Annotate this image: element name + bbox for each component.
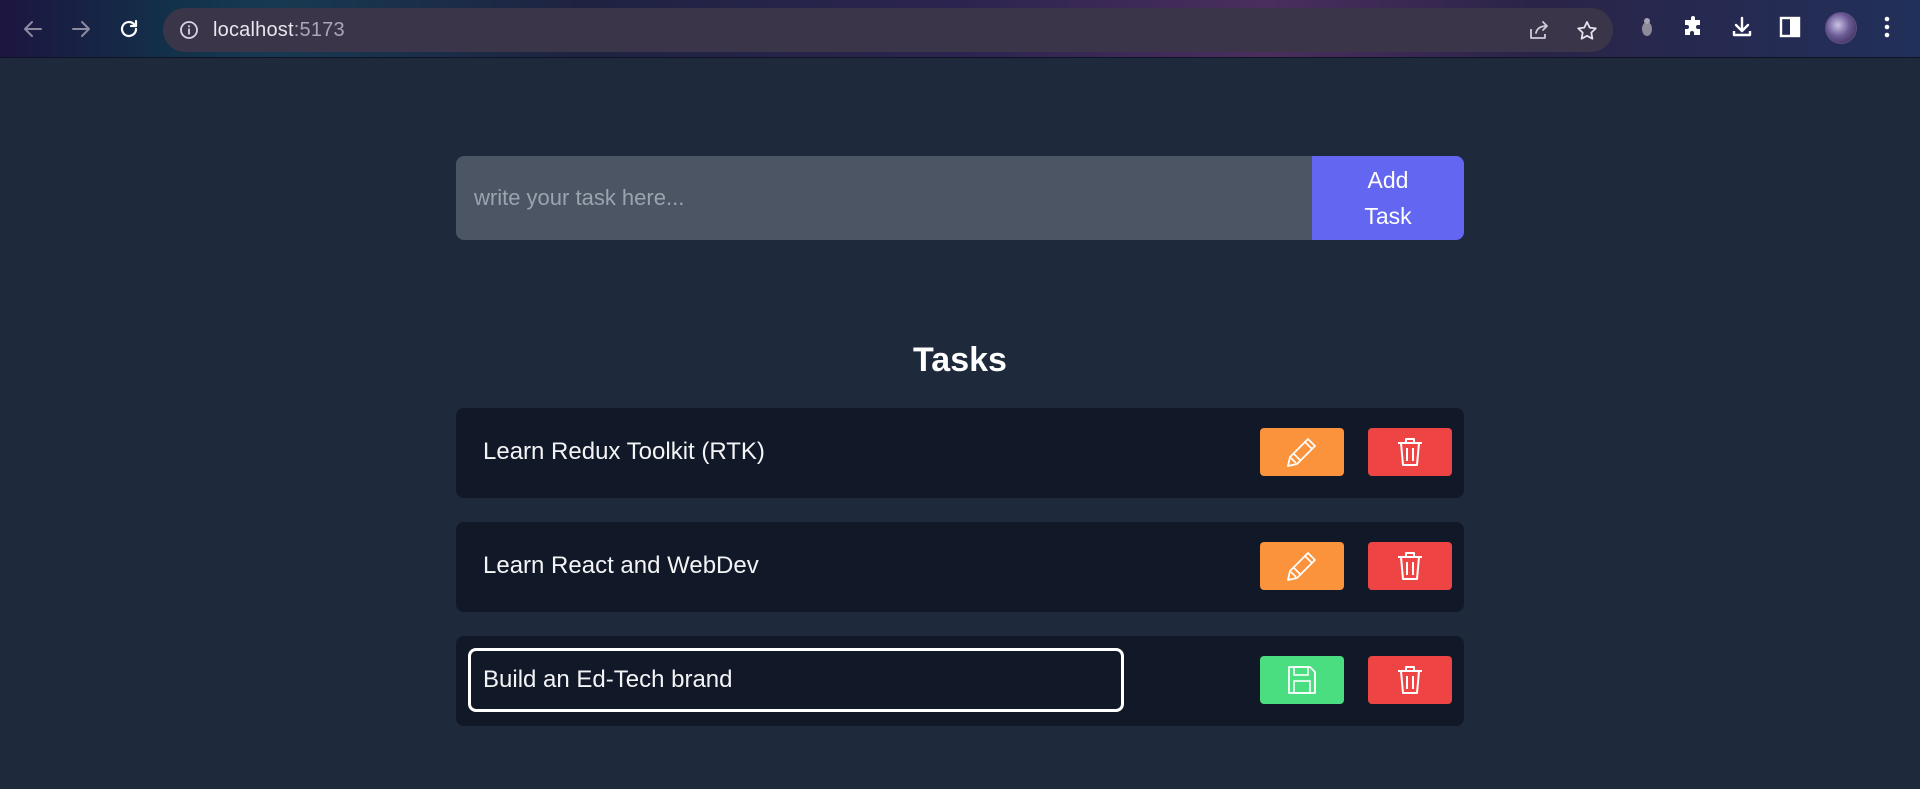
url-port: :5173	[293, 19, 345, 41]
add-task-form: Add Task	[456, 156, 1464, 240]
app-page: Add Task Tasks Learn Redux Toolkit (RTK)…	[0, 59, 1920, 789]
kebab-menu-icon[interactable]	[1874, 14, 1900, 40]
url-host: localhost	[213, 19, 294, 41]
reload-icon	[120, 19, 138, 38]
reload-button[interactable]	[113, 13, 145, 45]
back-button[interactable]	[17, 13, 49, 45]
task-text: Learn React and WebDev	[483, 552, 759, 579]
trash-icon	[1398, 438, 1422, 466]
edit-task-button[interactable]	[1260, 542, 1344, 590]
extension-icon[interactable]	[1634, 14, 1660, 40]
share-icon[interactable]	[1527, 19, 1551, 43]
task-item: Learn Redux Toolkit (RTK)	[456, 408, 1464, 498]
pencil-icon	[1287, 552, 1316, 581]
save-task-button[interactable]	[1260, 656, 1344, 704]
download-icon[interactable]	[1729, 14, 1755, 40]
profile-avatar[interactable]	[1825, 12, 1857, 44]
trash-icon	[1398, 552, 1422, 580]
delete-task-button[interactable]	[1368, 428, 1452, 476]
floppy-disk-icon	[1288, 666, 1316, 694]
task-text: Learn Redux Toolkit (RTK)	[483, 438, 765, 465]
side-panel-icon[interactable]	[1777, 14, 1803, 40]
info-icon[interactable]	[179, 20, 199, 40]
tasks-heading: Tasks	[913, 341, 1007, 379]
task-edit-input[interactable]	[468, 648, 1124, 712]
forward-button[interactable]	[65, 13, 97, 45]
url-text[interactable]: localhost:5173	[213, 19, 345, 42]
pencil-icon	[1287, 438, 1316, 467]
arrow-right-icon	[72, 21, 90, 37]
task-input[interactable]	[456, 156, 1312, 240]
add-task-button[interactable]: Add Task	[1312, 156, 1464, 240]
puzzle-icon[interactable]	[1681, 14, 1707, 40]
browser-toolbar: localhost:5173	[0, 0, 1920, 58]
star-icon[interactable]	[1575, 19, 1599, 43]
delete-task-button[interactable]	[1368, 656, 1452, 704]
trash-icon	[1398, 666, 1422, 694]
delete-task-button[interactable]	[1368, 542, 1452, 590]
arrow-left-icon	[24, 21, 42, 37]
edit-task-button[interactable]	[1260, 428, 1344, 476]
task-item: Learn React and WebDev	[456, 522, 1464, 612]
address-bar[interactable]: localhost:5173	[163, 8, 1613, 52]
task-item-editing	[456, 636, 1464, 726]
